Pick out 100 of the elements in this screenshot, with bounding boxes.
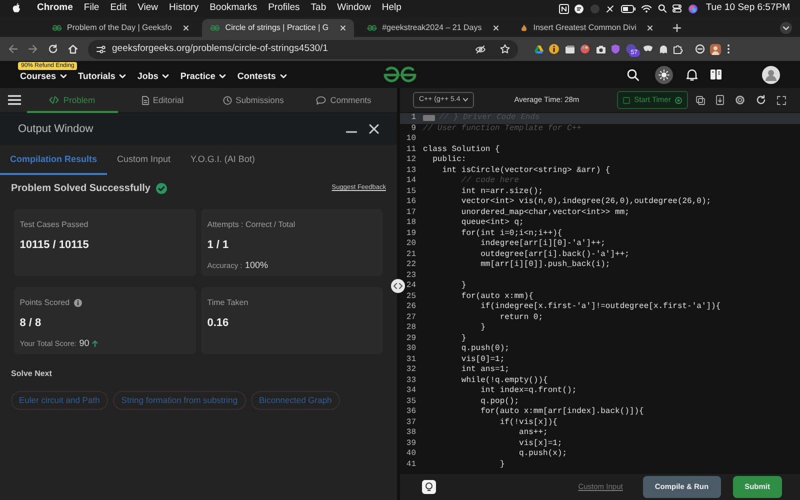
problem-tab[interactable]: Comments — [298, 88, 389, 112]
code-line: q.pop(); — [480, 396, 520, 407]
output-tab[interactable]: Custom Input — [107, 145, 181, 175]
menu-item[interactable]: Edit — [110, 1, 127, 16]
control-center-icon[interactable] — [672, 4, 682, 13]
code-line: outdegree[arr[i].back()-'a']++; — [480, 250, 630, 260]
copy-icon[interactable] — [696, 96, 705, 104]
reload-icon[interactable] — [48, 44, 58, 54]
info-icon[interactable] — [74, 299, 82, 308]
menu-item[interactable]: Window — [337, 1, 371, 16]
battery-icon[interactable] — [620, 4, 636, 12]
lightbulb-icon[interactable] — [422, 480, 436, 494]
menu-item[interactable]: Help — [382, 1, 402, 16]
line-number: 10 — [405, 134, 417, 144]
address-bar[interactable]: geeksforgeeks.org/problems/circle-of-strings4530/1 — [88, 40, 518, 58]
line-number: 38 — [405, 428, 417, 438]
close-icon[interactable] — [340, 25, 346, 31]
nav-menu[interactable]: Jobs — [137, 70, 170, 84]
triangle-icon[interactable] — [534, 44, 544, 54]
nav-menu[interactable]: Practice — [180, 70, 226, 84]
wifi-icon[interactable] — [641, 4, 652, 13]
siri-icon[interactable] — [688, 4, 698, 14]
fullscreen-icon[interactable] — [777, 96, 786, 104]
arrow-up-icon — [92, 340, 98, 347]
browser-tab[interactable]: #geekstreak2024 – 21 Days — [359, 19, 507, 37]
eye-slash-icon[interactable] — [475, 44, 486, 54]
tab-list-icon[interactable] — [780, 22, 792, 34]
book-icon[interactable] — [710, 69, 722, 80]
menu-item[interactable]: File — [84, 1, 100, 16]
shield-icon[interactable] — [611, 44, 620, 54]
new-tab-icon[interactable] — [672, 24, 681, 32]
info-icon[interactable] — [549, 44, 559, 54]
code-line: mm[arr[i][0]].push_back(i); — [480, 260, 610, 270]
close-icon[interactable] — [182, 25, 189, 31]
puzzle-icon[interactable] — [673, 44, 683, 54]
line-number: 23 — [405, 270, 417, 281]
home-icon[interactable] — [68, 44, 78, 54]
search-icon[interactable] — [658, 4, 667, 13]
circle-icon[interactable] — [574, 4, 584, 14]
resize-handle-icon[interactable] — [391, 279, 405, 293]
caret-icon — [219, 74, 226, 79]
code-line: queue<int> q; — [460, 218, 524, 228]
close-icon[interactable] — [492, 25, 499, 31]
menu-item[interactable]: Bookmarks — [210, 1, 258, 16]
caret-icon — [463, 98, 468, 102]
code-line: q.push(x); — [518, 449, 568, 460]
site-logo[interactable] — [383, 66, 417, 83]
site-settings-icon[interactable] — [96, 44, 106, 54]
close-icon[interactable] — [647, 25, 654, 31]
menu-item[interactable]: Profiles — [268, 1, 300, 16]
back-icon[interactable] — [8, 44, 18, 54]
folder-icon[interactable] — [564, 44, 574, 54]
theme-toggle-icon[interactable] — [655, 66, 673, 84]
menu-item[interactable]: History — [169, 1, 199, 16]
forward-icon[interactable] — [28, 44, 38, 54]
card-label: Test Cases Passed — [20, 219, 88, 232]
app-menu[interactable]: Chrome — [37, 1, 73, 16]
status-message: Problem Solved Successfully — [11, 182, 150, 196]
code-line: while(!q.empty()){ — [460, 376, 548, 386]
ghost-icon[interactable] — [658, 44, 668, 54]
more-icon[interactable] — [726, 44, 730, 54]
line-number: 35 — [405, 396, 417, 407]
output-tab[interactable]: Y.O.G.I. (AI Bot) — [180, 145, 265, 175]
menu-icon[interactable] — [8, 95, 21, 105]
menu-item[interactable]: View — [138, 1, 158, 16]
code-line: int isCircle(vector<string> &arr) { — [441, 166, 610, 176]
problem-tab[interactable]: Problem — [27, 88, 118, 112]
profile-avatar[interactable] — [710, 44, 721, 54]
mask-icon[interactable] — [643, 45, 653, 53]
close-icon[interactable] — [369, 124, 379, 134]
code-line: if(!vis[x]){ — [498, 418, 558, 428]
bell-icon[interactable] — [686, 68, 698, 81]
line-number: 11 — [405, 144, 417, 155]
nav-menu[interactable]: Tutorials — [78, 70, 126, 84]
menu-item[interactable]: Tab — [310, 1, 326, 16]
problem-tab[interactable]: Submissions — [208, 88, 298, 112]
note-value: 100% — [245, 258, 268, 272]
line-number: 24 — [405, 281, 417, 292]
camera-icon[interactable] — [596, 44, 606, 54]
code-line: class Solution { — [423, 144, 500, 155]
apple-icon[interactable] — [12, 3, 21, 14]
browser-tab[interactable]: Circle of strings | Practice | G — [202, 19, 354, 37]
line-number: 27 — [405, 312, 417, 323]
line-number: 41 — [405, 460, 417, 470]
code-line: int index=q.front(); — [480, 386, 577, 396]
settings-icon[interactable] — [735, 95, 745, 105]
panel-title: Output Window — [18, 122, 94, 137]
problem-tab[interactable]: Editorial — [118, 88, 208, 112]
fold-marker-icon[interactable] — [423, 115, 435, 122]
nav-menu[interactable]: Courses — [20, 70, 68, 84]
output-tab[interactable]: Compilation Results — [0, 145, 108, 175]
browser-tab[interactable]: Insert Greatest Common Divi — [512, 19, 662, 37]
reset-icon[interactable] — [756, 95, 766, 105]
file-icon[interactable] — [716, 95, 724, 105]
browser-tab[interactable]: Problem of the Day | Geeksfo — [44, 19, 197, 37]
line-number: 9 — [410, 124, 417, 134]
search-icon[interactable] — [627, 68, 639, 80]
nav-menu[interactable]: Contests — [237, 70, 287, 84]
user-avatar[interactable] — [762, 66, 780, 84]
star-icon[interactable] — [500, 44, 510, 54]
